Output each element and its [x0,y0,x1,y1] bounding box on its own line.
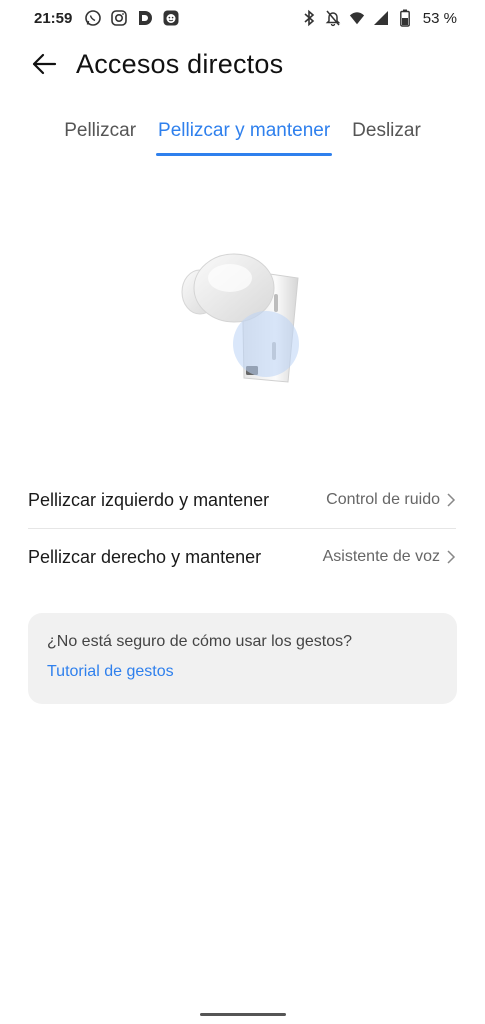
status-bar: 21:59 53 % [0,0,485,36]
setting-value: Control de ruido [326,491,440,508]
status-time: 21:59 [34,9,73,27]
gesture-tutorial-link[interactable]: Tutorial de gestos [47,663,174,681]
battery-percent: 53 % [422,9,457,27]
shortcut-settings-list: Pellizcar izquierdo y mantener Control d… [28,472,456,585]
gesture-tabs: Pellizcar Pellizcar y mantener Deslizar [0,112,485,156]
setting-value-group: Asistente de voz [323,548,456,566]
setting-row-right-pinch-hold[interactable]: Pellizcar derecho y mantener Asistente d… [28,528,456,585]
wifi-icon [349,9,365,27]
back-arrow-icon [32,53,57,75]
app-bar: Accesos directos [0,36,485,92]
tab-pellizcar[interactable]: Pellizcar [62,112,138,156]
earbud-illustration [170,240,320,390]
setting-value: Asistente de voz [322,548,440,565]
setting-row-left-pinch-hold[interactable]: Pellizcar izquierdo y mantener Control d… [28,472,456,528]
setting-value-group: Control de ruido [326,491,456,509]
status-bar-right: 53 % [301,9,457,27]
back-button[interactable] [24,44,64,84]
signal-icon [373,9,389,27]
bluetooth-icon [301,9,317,27]
gesture-nav-handle[interactable] [200,1013,286,1016]
tab-pellizcar-y-mantener[interactable]: Pellizcar y mantener [156,112,333,156]
setting-label: Pellizcar izquierdo y mantener [28,489,270,510]
face-app-icon [162,9,180,27]
tab-deslizar[interactable]: Deslizar [350,112,423,156]
instagram-icon [110,9,128,27]
page-title: Accesos directos [76,48,284,79]
chevron-right-icon [447,550,456,564]
whatsapp-icon [84,9,102,27]
battery-icon [397,9,413,27]
screen: 21:59 53 % Accesos directos Pellizcar Pe… [0,0,485,1024]
help-question: ¿No está seguro de cómo usar los gestos? [47,633,353,650]
d-app-icon [136,9,154,27]
setting-label: Pellizcar derecho y mantener [28,546,262,567]
chevron-right-icon [447,493,456,507]
muted-bell-icon [325,9,341,27]
status-bar-left: 21:59 [34,9,180,27]
gesture-help-card: ¿No está seguro de cómo usar los gestos?… [28,613,457,704]
